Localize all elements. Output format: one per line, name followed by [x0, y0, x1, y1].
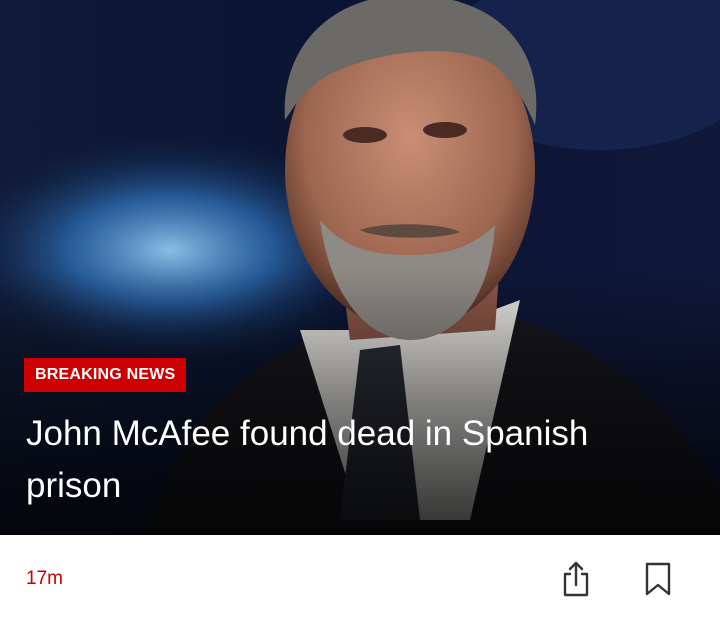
timestamp: 17m	[26, 568, 63, 589]
hero-image[interactable]: BREAKING NEWS John McAfee found dead in …	[0, 0, 720, 535]
share-icon	[563, 561, 589, 597]
bookmark-icon	[645, 562, 671, 596]
news-card[interactable]: BREAKING NEWS John McAfee found dead in …	[0, 0, 720, 623]
share-button[interactable]	[556, 559, 596, 599]
card-footer: 17m	[0, 535, 720, 623]
breaking-news-badge: BREAKING NEWS	[24, 358, 187, 392]
bookmark-button[interactable]	[638, 559, 678, 599]
headline[interactable]: John McAfee found dead in Spanish prison	[26, 408, 686, 512]
